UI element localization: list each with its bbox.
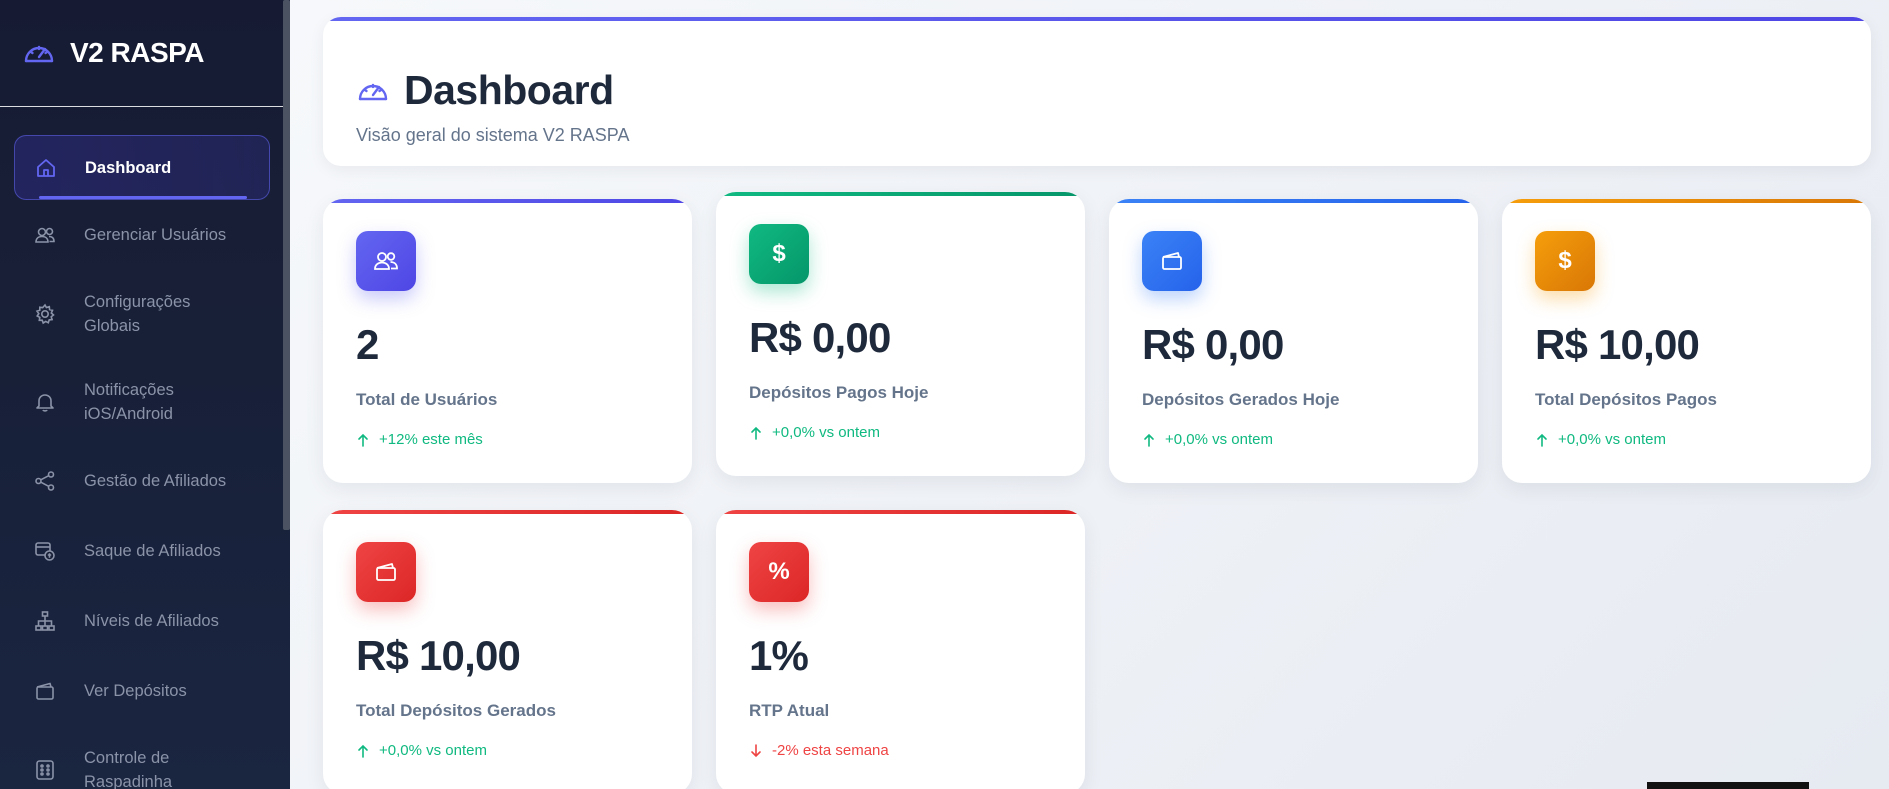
home-icon [37,158,55,177]
arrow-up-icon [358,744,368,758]
card-accent-bar [323,199,692,203]
arrow-up-icon [1537,433,1547,447]
users-icon [35,227,55,243]
stat-card-deposits-generated-today: R$ 0,00 Depósitos Gerados Hoje +0,0% vs … [1109,199,1478,483]
sidebar-item-label: Gerenciar Usuários [84,226,227,244]
sidebar-item-label: Níveis de Afiliados [84,612,219,630]
speedometer-icon [24,45,54,63]
stat-trend: +0,0% vs ontem [749,424,880,441]
page-title-row: Dashboard [356,67,614,114]
stat-label: Total Depósitos Pagos [1535,390,1717,409]
stat-value: R$ 0,00 [1142,321,1284,368]
sidebar-item-affiliate-withdrawals[interactable]: Saque de Afiliados [14,516,270,586]
stat-value: R$ 10,00 [356,632,521,679]
stat-tile [1142,231,1202,291]
stat-label: RTP Atual [749,701,830,720]
stat-trend-text: +12% este mês [379,431,483,448]
stat-trend-text: -2% esta semana [772,742,889,759]
sidebar-scrollbar[interactable] [283,0,290,530]
sidebar-item-notifications[interactable]: Notificações iOS/Android [14,358,270,446]
arrow-up-icon [751,426,761,440]
stat-label: Total de Usuários [356,390,498,409]
share-icon [35,471,55,491]
bell-icon [36,394,54,412]
stat-card-total-deposits-paid: $ R$ 10,00 Total Depósitos Pagos +0,0% v… [1502,199,1871,483]
dollar-icon: $ [1558,247,1572,274]
stat-trend: -2% esta semana [749,742,889,759]
sidebar-item-affiliate-levels[interactable]: Níveis de Afiliados [14,586,270,656]
speedometer-icon [358,83,388,100]
stat-trend-text: +0,0% vs ontem [772,424,880,441]
stat-card-total-users: 2 Total de Usuários +12% este mês [323,199,692,483]
users-icon [374,252,398,270]
stat-tile [356,542,416,602]
dollar-icon: $ [772,240,786,267]
sidebar-item-label: Gestão de Afiliados [84,472,227,490]
stat-value: R$ 0,00 [749,314,891,361]
wallet-icon [376,563,396,581]
stat-label: Total Depósitos Gerados [356,701,556,720]
stat-card-deposits-paid-today: $ R$ 0,00 Depósitos Pagos Hoje +0,0% vs … [716,192,1085,476]
sidebar-item-label: Notificações iOS/Android [84,381,174,423]
card-accent-bar [716,192,1085,196]
sidebar-nav: Dashboard Gerenciar Usuários Configuraçõ… [0,107,284,789]
wallet-icon [36,682,54,700]
arrow-up-icon [1144,433,1154,447]
stat-tile: % [749,542,809,602]
sidebar-item-label: Ver Depósitos [84,682,187,700]
hierarchy-icon [35,611,55,631]
floating-bar [1647,782,1809,789]
stat-label: Depósitos Gerados Hoje [1142,390,1340,409]
card-accent-bar [1109,199,1478,203]
stat-value: R$ 10,00 [1535,321,1700,368]
withdraw-icon [35,542,55,561]
stat-value: 2 [356,321,379,368]
stat-tile [356,231,416,291]
active-indicator [39,196,247,199]
sidebar-item-global-settings[interactable]: Configurações Globais [14,270,270,358]
sidebar-item-deposits[interactable]: Ver Depósitos [14,656,270,726]
arrow-up-icon [358,433,368,447]
stat-value: 1% [749,632,809,679]
page-header: Dashboard Visão geral do sistema V2 RASP… [323,17,1871,166]
sidebar-brand[interactable]: V2 RASPA [0,0,284,107]
page-title: Dashboard [404,67,614,113]
stat-trend-text: +0,0% vs ontem [1558,431,1666,448]
sidebar-item-label: Controle de Raspadinha [84,749,173,789]
ticket-icon [36,760,54,780]
page-subtitle: Visão geral do sistema V2 RASPA [356,125,630,145]
stat-trend-text: +0,0% vs ontem [379,742,487,759]
stat-label: Depósitos Pagos Hoje [749,383,929,402]
percent-icon: % [768,558,790,585]
brand-title: V2 RASPA [70,37,204,68]
card-accent-bar [716,510,1085,514]
sidebar-item-label: Dashboard [85,158,172,177]
stat-trend: +0,0% vs ontem [356,742,487,759]
stat-card-rtp: % 1% RTP Atual -2% esta semana [716,510,1085,789]
sidebar-item-affiliates[interactable]: Gestão de Afiliados [14,446,270,516]
stat-trend: +12% este mês [356,431,483,448]
gear-icon [35,303,55,325]
stat-tile: $ [1535,231,1595,291]
stat-trend: +0,0% vs ontem [1142,431,1273,448]
card-accent-bar [323,510,692,514]
sidebar-item-label: Configurações Globais [84,293,191,335]
sidebar-item-dashboard[interactable]: Dashboard [14,135,270,200]
sidebar: V2 RASPA Dashboard Gerenciar Usuários Co… [0,0,290,789]
stat-tile: $ [749,224,809,284]
sidebar-item-scratch-control[interactable]: Controle de Raspadinha [14,726,270,789]
sidebar-item-label: Saque de Afiliados [84,542,221,560]
card-accent-bar [1502,199,1871,203]
stat-card-total-deposits-generated: R$ 10,00 Total Depósitos Gerados +0,0% v… [323,510,692,789]
wallet-icon [1162,252,1182,270]
arrow-down-icon [751,743,761,757]
stat-trend: +0,0% vs ontem [1535,431,1666,448]
sidebar-item-users[interactable]: Gerenciar Usuários [14,200,270,270]
stat-trend-text: +0,0% vs ontem [1165,431,1273,448]
